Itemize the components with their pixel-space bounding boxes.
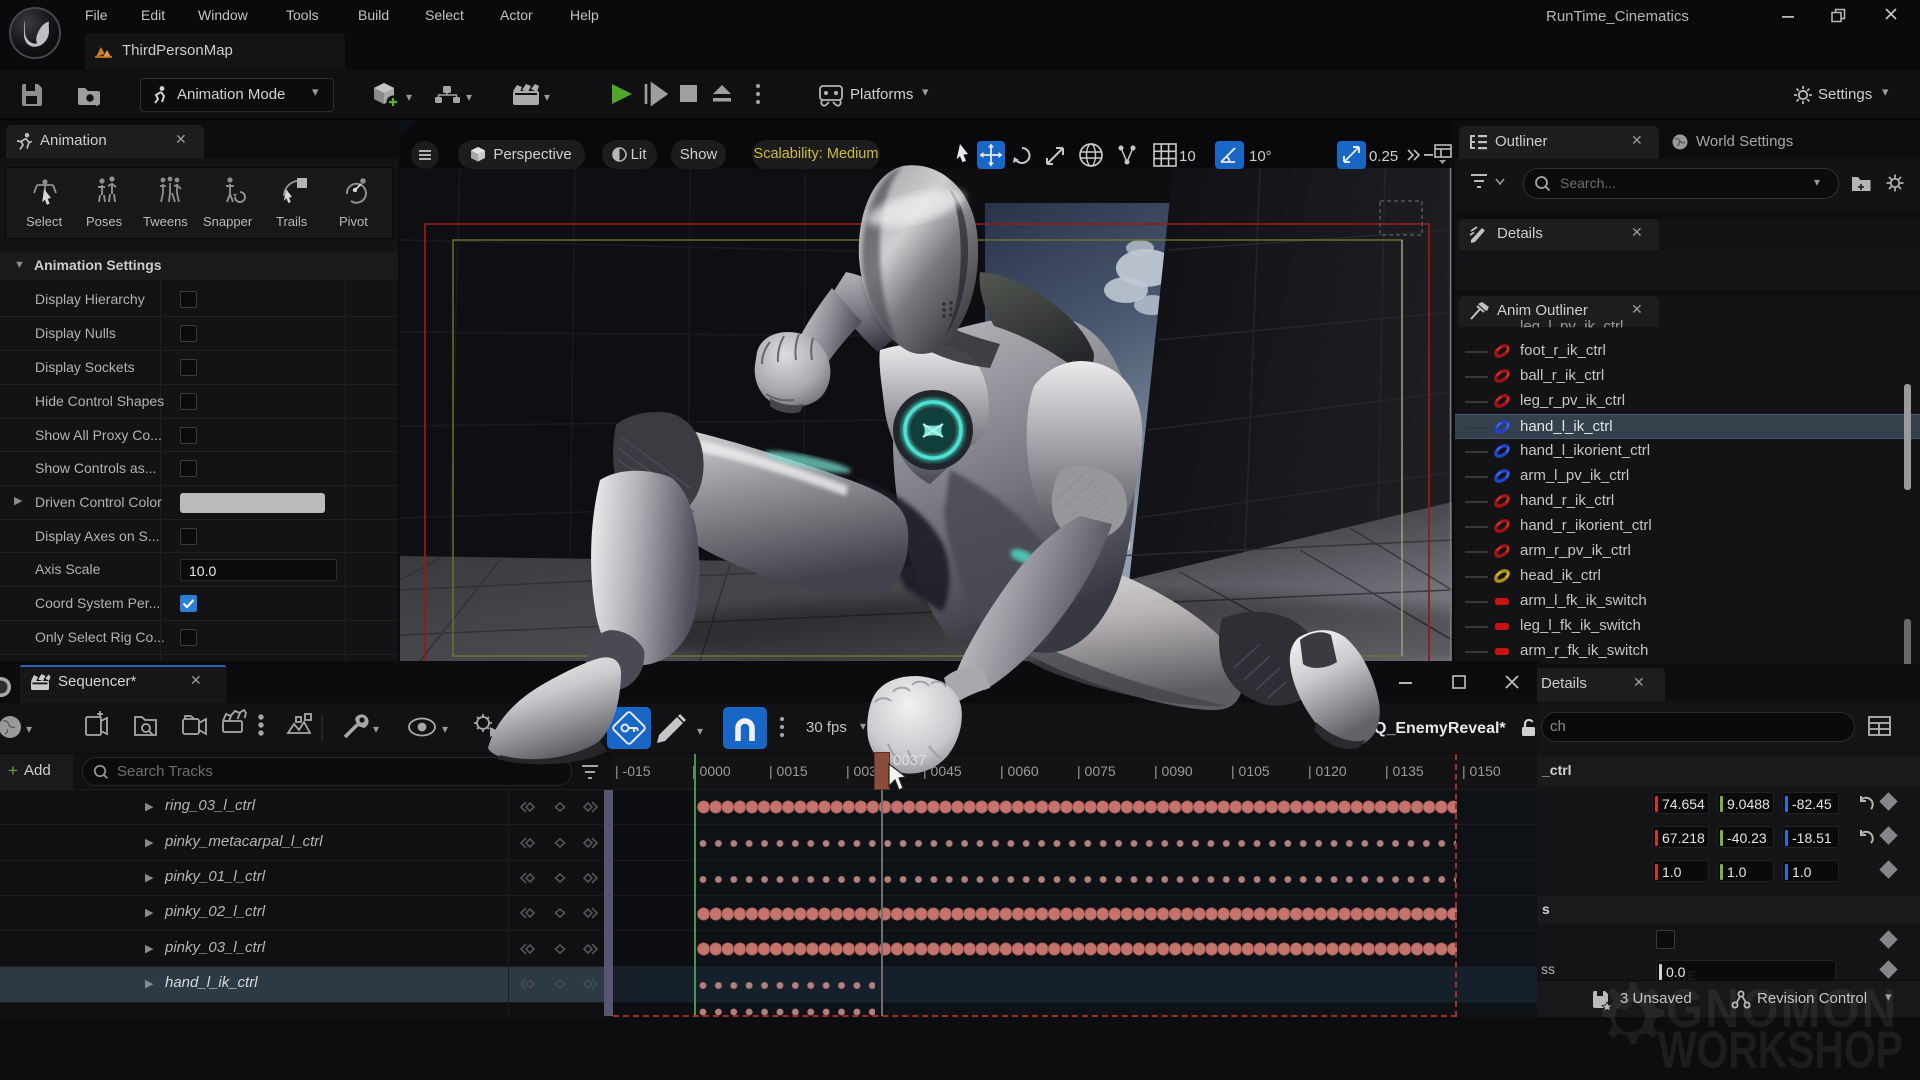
svg-text:▾: ▾: [373, 722, 379, 736]
svg-text:▾: ▾: [406, 90, 412, 104]
svg-text:▾: ▾: [466, 90, 472, 104]
svg-text:▾: ▾: [544, 90, 550, 104]
svg-text:▾: ▾: [26, 722, 32, 736]
